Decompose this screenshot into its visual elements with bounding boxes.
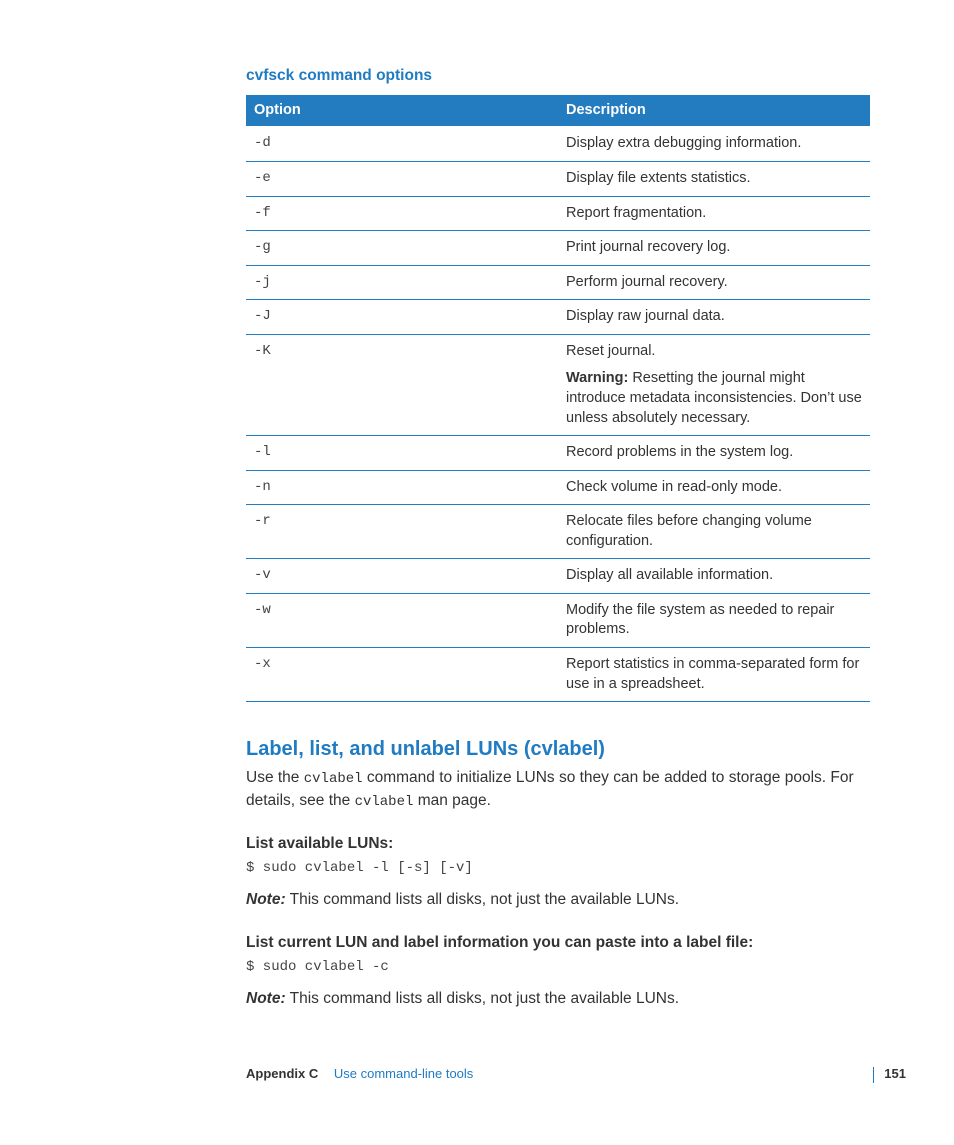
footer-separator-icon <box>873 1067 874 1083</box>
description-cell: Modify the file system as needed to repa… <box>558 593 870 647</box>
description-cell: Display file extents statistics. <box>558 162 870 197</box>
col-option: Option <box>246 95 558 127</box>
option-cell: -J <box>246 300 558 335</box>
section-title-cvlabel: Label, list, and unlabel LUNs (cvlabel) <box>246 736 870 763</box>
description-cell: Perform journal recovery. <box>558 265 870 300</box>
table-row: -j Perform journal recovery. <box>246 265 870 300</box>
option-cell: -w <box>246 593 558 647</box>
description-cell: Reset journal. Warning: Resetting the jo… <box>558 334 870 435</box>
description-cell: Print journal recovery log. <box>558 231 870 266</box>
note-text: This command lists all disks, not just t… <box>286 891 679 908</box>
table-row: -x Report statistics in comma-separated … <box>246 648 870 702</box>
warning-block: Warning: Resetting the journal might int… <box>566 369 862 428</box>
option-cell: -f <box>246 196 558 231</box>
option-cell: -v <box>246 559 558 594</box>
table-row: -K Reset journal. Warning: Resetting the… <box>246 334 870 435</box>
description-cell: Check volume in read-only mode. <box>558 470 870 505</box>
page-footer: Appendix C Use command-line tools 151 <box>246 1065 906 1083</box>
table-caption: cvfsck command options <box>246 66 870 87</box>
subheading: List current LUN and label information y… <box>246 933 870 954</box>
options-table: Option Description -d Display extra debu… <box>246 95 870 702</box>
table-header-row: Option Description <box>246 95 870 127</box>
description-text: Reset journal. <box>566 343 655 359</box>
footer-link: Use command-line tools <box>334 1066 473 1081</box>
note-text: This command lists all disks, not just t… <box>286 990 679 1007</box>
note: Note: This command lists all disks, not … <box>246 890 870 911</box>
option-cell: -K <box>246 334 558 435</box>
option-cell: -j <box>246 265 558 300</box>
page-number: 151 <box>884 1066 906 1081</box>
note-label: Note: <box>246 990 286 1007</box>
table-row: -n Check volume in read-only mode. <box>246 470 870 505</box>
page-content: cvfsck command options Option Descriptio… <box>0 0 954 1010</box>
code-block: $ sudo cvlabel -l [-s] [-v] <box>246 859 870 878</box>
subheading: List available LUNs: <box>246 834 870 855</box>
table-row: -g Print journal recovery log. <box>246 231 870 266</box>
table-row: -v Display all available information. <box>246 559 870 594</box>
text: Use the <box>246 769 304 786</box>
description-cell: Record problems in the system log. <box>558 436 870 471</box>
table-row: -f Report fragmentation. <box>246 196 870 231</box>
note-label: Note: <box>246 891 286 908</box>
table-row: -l Record problems in the system log. <box>246 436 870 471</box>
option-cell: -g <box>246 231 558 266</box>
description-cell: Display all available information. <box>558 559 870 594</box>
option-cell: -d <box>246 126 558 161</box>
col-description: Description <box>558 95 870 127</box>
option-cell: -l <box>246 436 558 471</box>
footer-appendix: Appendix C <box>246 1066 318 1081</box>
description-cell: Display raw journal data. <box>558 300 870 335</box>
warning-label: Warning: <box>566 370 628 386</box>
table-row: -r Relocate files before changing volume… <box>246 505 870 559</box>
inline-code: cvlabel <box>304 771 363 787</box>
description-cell: Report fragmentation. <box>558 196 870 231</box>
table-row: -d Display extra debugging information. <box>246 126 870 161</box>
note: Note: This command lists all disks, not … <box>246 989 870 1010</box>
description-cell: Report statistics in comma-separated for… <box>558 648 870 702</box>
table-row: -w Modify the file system as needed to r… <box>246 593 870 647</box>
option-cell: -n <box>246 470 558 505</box>
option-cell: -r <box>246 505 558 559</box>
option-cell: -e <box>246 162 558 197</box>
option-cell: -x <box>246 648 558 702</box>
code-block: $ sudo cvlabel -c <box>246 958 870 977</box>
description-cell: Relocate files before changing volume co… <box>558 505 870 559</box>
table-row: -e Display file extents statistics. <box>246 162 870 197</box>
table-row: -J Display raw journal data. <box>246 300 870 335</box>
description-cell: Display extra debugging information. <box>558 126 870 161</box>
inline-code: cvlabel <box>355 794 414 810</box>
paragraph: Use the cvlabel command to initialize LU… <box>246 767 870 812</box>
text: man page. <box>413 792 491 809</box>
footer-page-number: 151 <box>873 1065 906 1083</box>
